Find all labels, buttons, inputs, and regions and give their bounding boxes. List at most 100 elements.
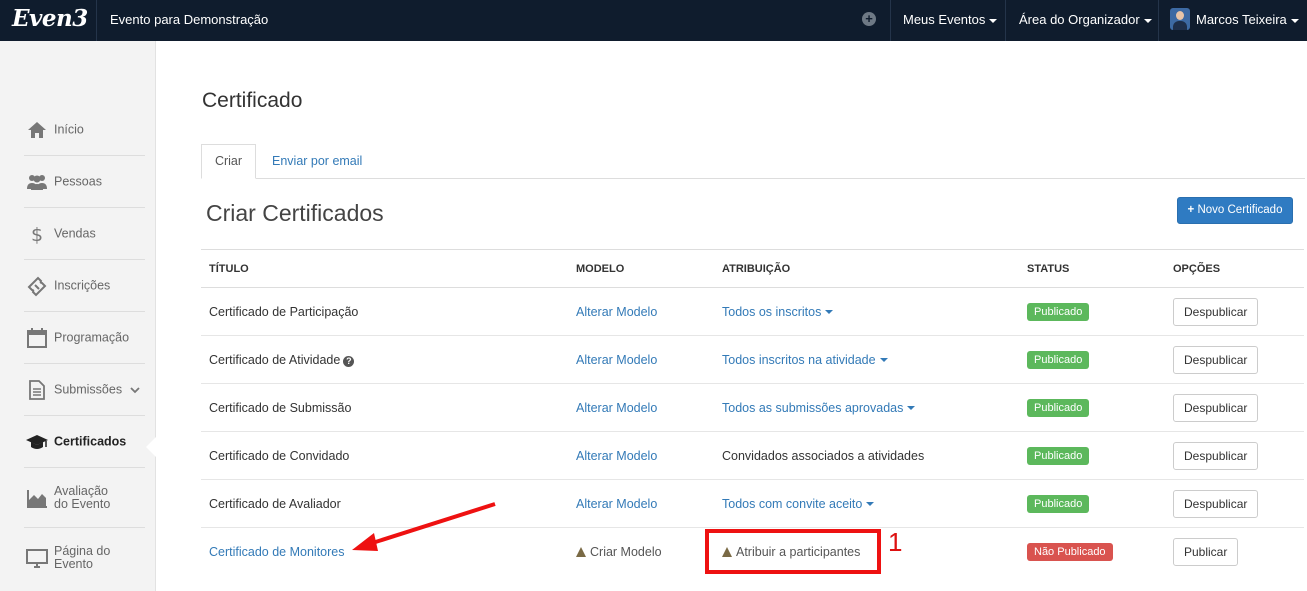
sidebar-item-label: Início xyxy=(54,122,84,136)
sidebar-item-inscricoes[interactable]: Inscrições xyxy=(24,260,145,312)
sidebar-item-label: Inscrições xyxy=(54,278,111,292)
sidebar: Início Pessoas $ Vendas Inscrições Progr… xyxy=(0,41,156,591)
certificate-title: Certificado de Convidado xyxy=(201,431,568,480)
tabs-divider xyxy=(201,178,1305,179)
despublicar-button[interactable]: Despublicar xyxy=(1173,489,1259,518)
monitor-icon xyxy=(26,549,48,568)
event-name[interactable]: Evento para Demonstração xyxy=(110,12,268,27)
navbar-divider xyxy=(96,0,97,41)
sidebar-item-inicio[interactable]: Início xyxy=(24,104,145,156)
sidebar-item-certificados[interactable]: Certificados xyxy=(24,416,145,468)
meus-eventos-menu[interactable]: Meus Eventos xyxy=(903,12,998,27)
user-name: Marcos Teixeira xyxy=(1196,12,1287,27)
sidebar-item-vendas[interactable]: $ Vendas xyxy=(24,208,145,260)
users-icon xyxy=(27,174,47,190)
tab-criar[interactable]: Criar xyxy=(201,144,256,179)
alterar-modelo-link[interactable]: Alterar Modelo xyxy=(576,353,657,367)
top-navbar: Even3 Evento para Demonstração + Meus Ev… xyxy=(0,0,1307,41)
assignment-dropdown[interactable]: Todos com convite aceito xyxy=(722,497,875,511)
navbar-divider xyxy=(1005,0,1006,41)
alterar-modelo-link[interactable]: Alterar Modelo xyxy=(576,401,657,415)
sidebar-item-label: Programação xyxy=(54,330,130,344)
despublicar-button[interactable]: Despublicar xyxy=(1173,297,1259,326)
status-badge: Não Publicado xyxy=(1027,542,1113,561)
assignment-dropdown[interactable]: Todos inscritos na atividade xyxy=(722,353,888,367)
alterar-modelo-link[interactable]: Alterar Modelo xyxy=(576,497,657,511)
column-header-modelo: MODELO xyxy=(568,249,714,288)
status-badge: Publicado xyxy=(1027,302,1090,321)
despublicar-button[interactable]: Despublicar xyxy=(1173,441,1259,470)
even3-logo[interactable]: Even3 xyxy=(12,5,88,32)
publicar-button[interactable]: Publicar xyxy=(1173,537,1239,566)
page-title: Certificado xyxy=(202,89,303,112)
avatar[interactable] xyxy=(1170,8,1190,30)
warning-icon xyxy=(576,546,586,557)
caret-down-icon xyxy=(825,310,834,315)
annotation-highlight-box xyxy=(705,529,881,574)
certificate-title-link[interactable]: Certificado de Monitores xyxy=(209,545,344,559)
caret-down-icon xyxy=(1290,18,1299,23)
sidebar-item-label: Página do Evento xyxy=(54,544,111,571)
caret-down-icon xyxy=(866,502,875,507)
area-organizador-label: Área do Organizador xyxy=(1019,12,1140,27)
caret-down-icon xyxy=(1143,18,1152,23)
section-title: Criar Certificados xyxy=(206,200,384,226)
status-badge: Publicado xyxy=(1027,446,1090,465)
despublicar-button[interactable]: Despublicar xyxy=(1173,345,1259,374)
svg-text:$: $ xyxy=(31,224,43,245)
sidebar-item-label: Submissões xyxy=(54,382,123,396)
novo-certificado-label: Novo Certificado xyxy=(1197,204,1283,216)
active-indicator xyxy=(146,437,156,457)
dollar-icon: $ xyxy=(31,224,43,245)
ticket-icon xyxy=(27,276,47,296)
graduation-cap-icon xyxy=(26,434,48,449)
user-menu[interactable]: Marcos Teixeira xyxy=(1196,12,1299,27)
table-header-row: TÍTULO MODELO ATRIBUIÇÃO STATUS OPÇÕES xyxy=(201,249,1304,288)
question-circle-icon[interactable]: ? xyxy=(343,355,355,367)
annotation-arrow xyxy=(352,502,496,551)
assignment-dropdown[interactable]: Todos os inscritos xyxy=(722,305,834,319)
assignment-dropdown[interactable]: Todos as submissões aprovadas xyxy=(722,401,916,415)
annotation-number: 1 xyxy=(888,527,903,557)
alterar-modelo-link[interactable]: Alterar Modelo xyxy=(576,305,657,319)
column-header-atribuicao: ATRIBUIÇÃO xyxy=(714,249,1019,288)
table-row: Certificado de Participação Alterar Mode… xyxy=(201,287,1304,336)
sidebar-item-avaliacao[interactable]: Avaliação do Evento xyxy=(24,468,145,528)
despublicar-button[interactable]: Despublicar xyxy=(1173,393,1259,422)
status-badge: Publicado xyxy=(1027,494,1090,513)
caret-down-icon xyxy=(879,358,888,363)
sidebar-item-programacao[interactable]: Programação xyxy=(24,312,145,364)
alterar-modelo-link[interactable]: Alterar Modelo xyxy=(576,449,657,463)
criar-modelo-label: Criar Modelo xyxy=(590,544,662,559)
column-header-titulo: TÍTULO xyxy=(201,249,568,288)
plus-circle-icon[interactable]: + xyxy=(862,12,876,26)
novo-certificado-button[interactable]: + Novo Certificado xyxy=(1177,197,1293,224)
sidebar-item-label: Certificados xyxy=(54,434,127,448)
assignment-text: Convidados associados a atividades xyxy=(714,431,1019,480)
sidebar-item-submissoes[interactable]: Submissões xyxy=(24,364,145,416)
sidebar-item-label: Pessoas xyxy=(54,174,102,188)
table-row: Certificado de Atividade? Alterar Modelo… xyxy=(201,335,1304,384)
sidebar-item-pessoas[interactable]: Pessoas xyxy=(24,156,145,208)
sidebar-item-pagina-evento[interactable]: Página do Evento xyxy=(24,528,145,588)
chevron-down-icon xyxy=(130,386,140,393)
certificate-title: Certificado de Submissão xyxy=(201,383,568,432)
area-chart-icon xyxy=(27,489,47,508)
sidebar-item-label: Avaliação do Evento xyxy=(54,483,111,511)
document-icon xyxy=(29,379,45,400)
tab-enviar-por-email[interactable]: Enviar por email xyxy=(272,154,362,168)
meus-eventos-label: Meus Eventos xyxy=(903,12,986,27)
area-organizador-menu[interactable]: Área do Organizador xyxy=(1019,12,1152,27)
criar-modelo-cell[interactable]: Criar Modelo xyxy=(568,528,714,576)
navbar-divider xyxy=(890,0,891,41)
column-header-opcoes: OPÇÕES xyxy=(1165,249,1304,288)
column-header-status: STATUS xyxy=(1019,249,1165,288)
table-row: Certificado de Submissão Alterar Modelo … xyxy=(201,383,1304,432)
home-icon xyxy=(28,121,46,138)
sidebar-item-label: Vendas xyxy=(54,226,96,240)
caret-down-icon xyxy=(989,18,998,23)
status-badge: Publicado xyxy=(1027,350,1090,369)
certificate-title: Certificado de Participação xyxy=(201,287,568,336)
caret-down-icon xyxy=(907,406,916,411)
certificate-title: Certificado de Atividade? xyxy=(201,335,568,384)
